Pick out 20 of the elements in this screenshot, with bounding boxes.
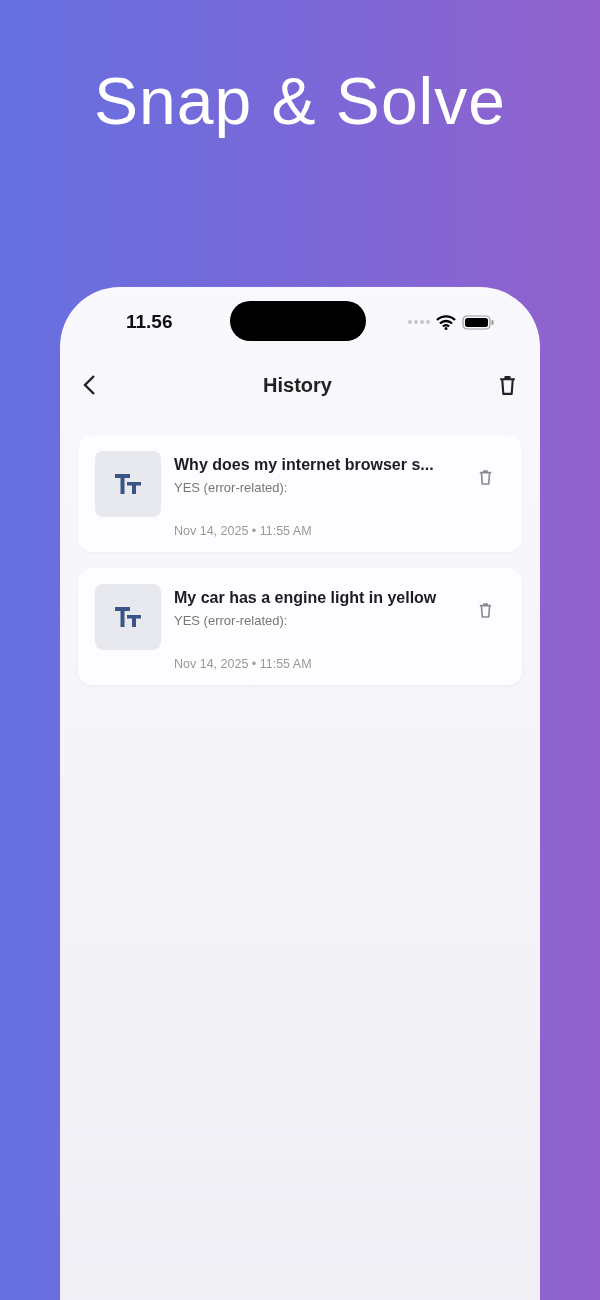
history-card[interactable]: Why does my internet browser s... YES (error-related): Nov 14, 2025 • 11:55 AM <box>78 435 522 552</box>
history-title: Why does my internet browser s... <box>174 455 435 475</box>
battery-icon <box>462 314 494 330</box>
history-title: My car has a engine light in yellow <box>174 588 438 608</box>
text-fields-icon <box>115 607 141 627</box>
wifi-icon <box>436 314 456 330</box>
history-timestamp: Nov 14, 2025 • 11:55 AM <box>174 524 313 538</box>
delete-icon[interactable] <box>479 602 492 619</box>
signal-icon <box>408 320 430 324</box>
delete-icon[interactable] <box>479 469 492 486</box>
history-subtitle: YES (error-related): <box>174 480 289 495</box>
back-icon[interactable] <box>82 374 96 396</box>
status-time: 11.56 <box>126 311 174 333</box>
text-fields-icon <box>115 474 141 494</box>
history-timestamp: Nov 14, 2025 • 11:55 AM <box>174 657 313 671</box>
headline: Snap & Solve <box>93 63 507 140</box>
screen-title: History <box>263 373 332 397</box>
history-card[interactable]: My car has a engine light in yellow YES (error-related): Nov 14, 2025 • 11:55 AM <box>78 568 522 685</box>
delete-all-icon[interactable] <box>499 374 516 396</box>
history-subtitle: YES (error-related): <box>174 613 289 628</box>
